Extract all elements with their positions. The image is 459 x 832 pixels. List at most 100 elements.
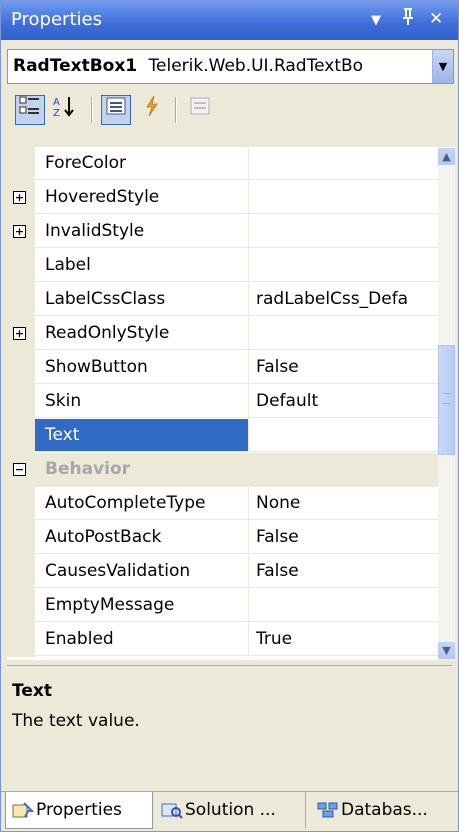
property-name: AutoCompleteType <box>35 487 249 520</box>
property-name: AutoPostBack <box>35 521 249 554</box>
collapse-icon[interactable]: − <box>13 463 26 476</box>
solution-explorer-icon <box>161 803 183 819</box>
window-position-dropdown-icon[interactable]: ▼ <box>371 9 381 33</box>
tab-label: Solution ... <box>185 800 276 820</box>
toolbar-separator <box>91 97 93 123</box>
property-value[interactable]: True <box>249 623 438 656</box>
toolbar-separator <box>175 97 177 123</box>
categorized-button[interactable] <box>15 95 45 125</box>
property-value[interactable]: Default <box>249 385 438 418</box>
property-value[interactable]: False <box>249 555 438 588</box>
properties-window: Properties ▼ ✕ RadTextBox1 Telerik.Web.U… <box>0 0 459 832</box>
description-pane: Text The text value. <box>7 669 452 789</box>
property-value[interactable] <box>249 419 438 452</box>
row-gutter <box>7 283 35 317</box>
row-gutter <box>7 521 35 555</box>
sort-az-icon: A Z <box>53 97 74 119</box>
database-explorer-icon <box>317 802 338 818</box>
close-icon[interactable]: ✕ <box>429 7 443 31</box>
property-name: Label <box>35 249 249 282</box>
property-row-hoveredstyle[interactable]: + HoveredStyle <box>7 181 438 215</box>
property-row-text[interactable]: Text <box>7 419 438 453</box>
auto-hide-pin-icon[interactable] <box>401 7 415 34</box>
lightning-icon <box>146 95 158 117</box>
properties-view-button[interactable] <box>101 95 131 125</box>
property-name: HoveredStyle <box>35 181 249 214</box>
object-name: RadTextBox1 <box>13 56 138 76</box>
expand-icon[interactable]: + <box>13 225 26 238</box>
scroll-down-icon[interactable]: ▼ <box>438 642 455 659</box>
property-row-showbutton[interactable]: ShowButton False <box>7 351 438 385</box>
property-name: ReadOnlyStyle <box>35 317 249 350</box>
properties-list-icon <box>106 97 126 115</box>
grip-icon <box>443 393 451 404</box>
row-gutter <box>7 249 35 283</box>
svg-text:Z: Z <box>53 108 60 117</box>
property-row-emptymessage[interactable]: EmptyMessage <box>7 589 438 623</box>
description-splitter[interactable] <box>7 665 452 666</box>
property-name: Text <box>35 419 249 452</box>
property-row-labelcssclass[interactable]: LabelCssClass radLabelCss_Defa <box>7 283 438 317</box>
property-value[interactable]: None <box>249 487 438 520</box>
expand-icon[interactable]: + <box>13 191 26 204</box>
row-gutter <box>7 589 35 623</box>
property-row-readonlystyle[interactable]: + ReadOnlyStyle <box>7 317 438 351</box>
property-pages-icon <box>190 97 210 115</box>
property-value[interactable] <box>249 249 438 282</box>
row-gutter <box>7 385 35 419</box>
title-bar: Properties ▼ ✕ <box>1 1 458 40</box>
property-name: CausesValidation <box>35 555 249 588</box>
property-row-forecolor[interactable]: ForeColor <box>7 147 438 181</box>
scroll-thumb[interactable] <box>438 345 455 455</box>
window-title: Properties <box>11 9 102 30</box>
property-pages-button[interactable] <box>185 95 215 125</box>
property-name: ShowButton <box>35 351 249 384</box>
tab-properties[interactable]: Properties <box>5 792 153 829</box>
property-row-causesvalidation[interactable]: CausesValidation False <box>7 555 438 589</box>
expand-icon[interactable]: + <box>13 327 26 340</box>
property-value[interactable] <box>249 147 438 180</box>
description-title: Text <box>12 681 52 701</box>
toolbar: A Z <box>7 89 452 133</box>
property-row-autopostback[interactable]: AutoPostBack False <box>7 521 438 555</box>
property-row-skin[interactable]: Skin Default <box>7 385 438 419</box>
tab-database[interactable]: Databas... <box>311 792 457 828</box>
property-name: EmptyMessage <box>35 589 249 622</box>
tab-label: Databas... <box>341 800 428 820</box>
property-name: LabelCssClass <box>35 283 249 316</box>
row-gutter <box>7 623 35 657</box>
property-value[interactable]: radLabelCss_Defa <box>249 283 438 316</box>
property-value[interactable] <box>249 317 438 350</box>
category-row-behavior[interactable]: − Behavior <box>7 453 438 487</box>
property-row-enabled[interactable]: Enabled True <box>7 623 438 657</box>
object-type: Telerik.Web.UI.RadTextBo <box>148 56 364 76</box>
row-gutter <box>7 419 35 453</box>
events-button[interactable] <box>137 95 167 125</box>
property-row-invalidstyle[interactable]: + InvalidStyle <box>7 215 438 249</box>
bottom-tabs: Properties Solution ... Databas... <box>1 791 458 832</box>
tab-label: Properties <box>36 800 122 820</box>
scroll-up-icon[interactable]: ▲ <box>438 148 455 165</box>
row-gutter: + <box>7 317 35 351</box>
alphabetical-button[interactable]: A Z <box>49 95 79 125</box>
property-row-autocompletetype[interactable]: AutoCompleteType None <box>7 487 438 521</box>
property-value[interactable] <box>249 589 438 622</box>
category-label: Behavior <box>35 453 438 487</box>
vertical-scrollbar[interactable]: ▲ ▼ <box>438 147 455 660</box>
row-gutter <box>7 351 35 385</box>
property-value[interactable]: False <box>249 351 438 384</box>
property-value[interactable]: False <box>249 521 438 554</box>
row-gutter: + <box>7 181 35 215</box>
row-gutter: − <box>7 453 35 487</box>
chevron-down-icon[interactable]: ▼ <box>432 50 453 83</box>
property-row-label[interactable]: Label <box>7 249 438 283</box>
tab-solution[interactable]: Solution ... <box>155 792 306 828</box>
description-text: The text value. <box>12 711 140 731</box>
object-selector[interactable]: RadTextBox1 Telerik.Web.UI.RadTextBo ▼ <box>7 49 454 84</box>
row-gutter: + <box>7 215 35 249</box>
property-name: Enabled <box>35 623 249 656</box>
property-grid: ForeColor + HoveredStyle + InvalidStyle … <box>7 147 438 660</box>
property-value[interactable] <box>249 215 438 248</box>
property-value[interactable] <box>249 181 438 214</box>
row-gutter <box>7 487 35 521</box>
